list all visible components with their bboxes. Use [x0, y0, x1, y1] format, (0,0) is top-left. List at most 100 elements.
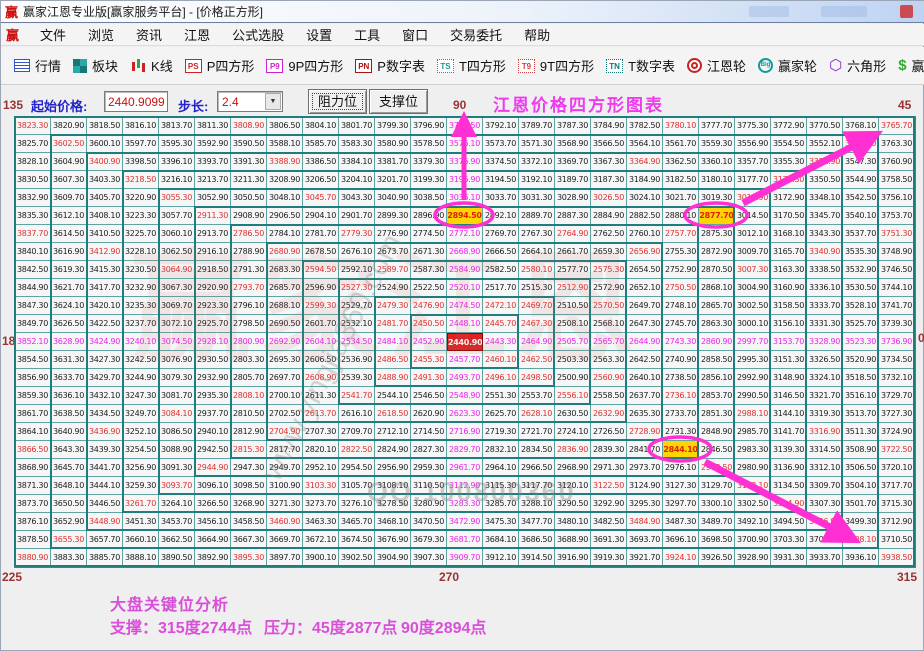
grid-cell: 2707.30 [303, 423, 339, 441]
menu-item-公式选股[interactable]: 公式选股 [221, 28, 295, 43]
grid-cell: 3710.50 [879, 531, 915, 549]
grid-cell: 3208.90 [267, 171, 303, 189]
grid-cell-highlight: 2894.50 [447, 207, 483, 225]
grid-cell: 2474.50 [447, 297, 483, 315]
toolbar-item-9P四方形[interactable]: P99P四方形 [266, 56, 343, 75]
toolbar-item-label: 行情 [35, 56, 61, 75]
grid-cell: 3427.30 [87, 351, 123, 369]
grid-cell: 3904.90 [375, 549, 411, 567]
grid-cell: 3715.30 [879, 495, 915, 513]
toolbar-item-label: 板块 [92, 56, 118, 75]
grid-cell: 3096.10 [195, 477, 231, 495]
grid-cell-start-price: 2440.90 [447, 333, 483, 351]
grid-cell: 3765.70 [879, 117, 915, 135]
grid-cell: 2548.90 [447, 387, 483, 405]
grid-cell: 3072.10 [159, 315, 195, 333]
grid-cell: 3448.90 [87, 513, 123, 531]
grid-cell: 3520.90 [843, 351, 879, 369]
grid-cell: 2788.90 [231, 243, 267, 261]
grid-cell: 3374.50 [483, 153, 519, 171]
grid-cell: 2704.90 [267, 423, 303, 441]
grid-cell: 2913.70 [195, 225, 231, 243]
grid-cell: 3175.30 [771, 171, 807, 189]
menu-item-资讯[interactable]: 资讯 [125, 28, 173, 43]
toolbar-item-P数字表[interactable]: PNP数字表 [355, 56, 425, 75]
grid-cell: 3261.70 [123, 495, 159, 513]
grid-cell: 2954.50 [339, 459, 375, 477]
resistance-button[interactable]: 阻力位 [308, 89, 367, 114]
step-combobox[interactable]: 2.4 ▼ [217, 91, 283, 112]
grid-cell: 3864.10 [15, 423, 51, 441]
menu-item-帮助[interactable]: 帮助 [513, 28, 561, 43]
grid-cell: 3813.70 [159, 117, 195, 135]
grid-cell: 3619.30 [51, 261, 87, 279]
grid-cell: 3420.10 [87, 297, 123, 315]
grid-cell: 3220.90 [123, 189, 159, 207]
grid-cell: 3873.70 [15, 495, 51, 513]
toolbar-item-板块[interactable]: 板块 [73, 56, 118, 75]
grid-cell: 3688.90 [555, 531, 591, 549]
grid-cell: 3007.30 [735, 261, 771, 279]
grid-cell: 3026.50 [591, 189, 627, 207]
grid-cell: 3796.90 [411, 117, 447, 135]
grid-cell: 3362.50 [663, 153, 699, 171]
grid-cell: 3852.10 [15, 333, 51, 351]
price-grid: 3823.303820.903818.503816.103813.703811.… [14, 116, 916, 568]
menu-item-浏览[interactable]: 浏览 [77, 28, 125, 43]
grid-cell: 3871.30 [15, 477, 51, 495]
grid-cell: 3079.30 [159, 369, 195, 387]
toolbar-item-赢家服务[interactable]: $赢家服务 [898, 56, 924, 75]
grid-cell: 3470.50 [411, 513, 447, 531]
app-logo-icon: 赢 [5, 2, 18, 21]
chevron-down-icon[interactable]: ▼ [265, 93, 281, 110]
menu-item-窗口[interactable]: 窗口 [391, 28, 439, 43]
angle-label-315: 315 [897, 570, 917, 584]
toolbar-item-行情[interactable]: 行情 [14, 56, 61, 75]
grid-cell: 3316.90 [807, 423, 843, 441]
grid-cell: 3136.90 [771, 459, 807, 477]
grid-cell: 3511.30 [843, 423, 879, 441]
toolbar-item-T数字表[interactable]: TNT数字表 [606, 56, 675, 75]
grid-cell: 2472.10 [483, 297, 519, 315]
menu-item-交易委托[interactable]: 交易委托 [439, 28, 513, 43]
grid-cell: 3499.30 [843, 513, 879, 531]
start-price-input[interactable] [104, 91, 168, 112]
toolbar-item-赢家轮[interactable]: Big赢家轮 [758, 56, 817, 75]
grid-cell: 2481.70 [375, 315, 411, 333]
grid-cell: 3883.30 [51, 549, 87, 567]
menu-item-工具[interactable]: 工具 [343, 28, 391, 43]
grid-cell: 2944.90 [195, 459, 231, 477]
grid-cell: 3727.30 [879, 405, 915, 423]
menu-item-江恩[interactable]: 江恩 [173, 28, 221, 43]
toolbar-item-六角形[interactable]: ⬡六角形 [829, 56, 886, 75]
menu-item-文件[interactable]: 文件 [29, 28, 77, 43]
quote-table-icon [14, 59, 30, 72]
menu-item-设置[interactable]: 设置 [295, 28, 343, 43]
grid-cell: 2748.10 [663, 297, 699, 315]
grid-cell: 2966.50 [519, 459, 555, 477]
toolbar-item-K线[interactable]: K线 [130, 56, 173, 75]
grid-cell: 2964.10 [483, 459, 519, 477]
close-icon[interactable] [900, 5, 913, 18]
grid-cell: 2755.30 [663, 243, 699, 261]
grid-cell: 2560.90 [591, 369, 627, 387]
toolbar-item-江恩轮[interactable]: 江恩轮 [687, 56, 746, 75]
grid-cell: 2932.90 [195, 369, 231, 387]
grid-cell: 3578.50 [411, 135, 447, 153]
toolbar-item-P四方形[interactable]: PSP四方形 [185, 56, 255, 75]
grid-cell: 3057.70 [159, 207, 195, 225]
toolbar-item-9T四方形[interactable]: T99T四方形 [518, 56, 594, 75]
toolbar: 行情 板块 K线 PSP四方形 P99P四方形 PNP数字表 TST四方形 T99T四方形 TN… [1, 47, 924, 85]
grid-cell: 3681.70 [447, 531, 483, 549]
grid-cell: 2700.10 [267, 387, 303, 405]
grid-cell: 2536.90 [339, 351, 375, 369]
grid-cell: 3204.10 [339, 171, 375, 189]
analysis-support-text: 支撑：315度2744点 [110, 614, 252, 638]
grid-cell: 3218.50 [123, 171, 159, 189]
toolbar-item-T四方形[interactable]: TST四方形 [437, 56, 506, 75]
support-button[interactable]: 支撑位 [369, 89, 428, 114]
grid-cell: 2553.70 [519, 387, 555, 405]
grid-cell: 3720.10 [879, 459, 915, 477]
grid-cell: 2476.90 [411, 297, 447, 315]
grid-cell: 3912.10 [483, 549, 519, 567]
